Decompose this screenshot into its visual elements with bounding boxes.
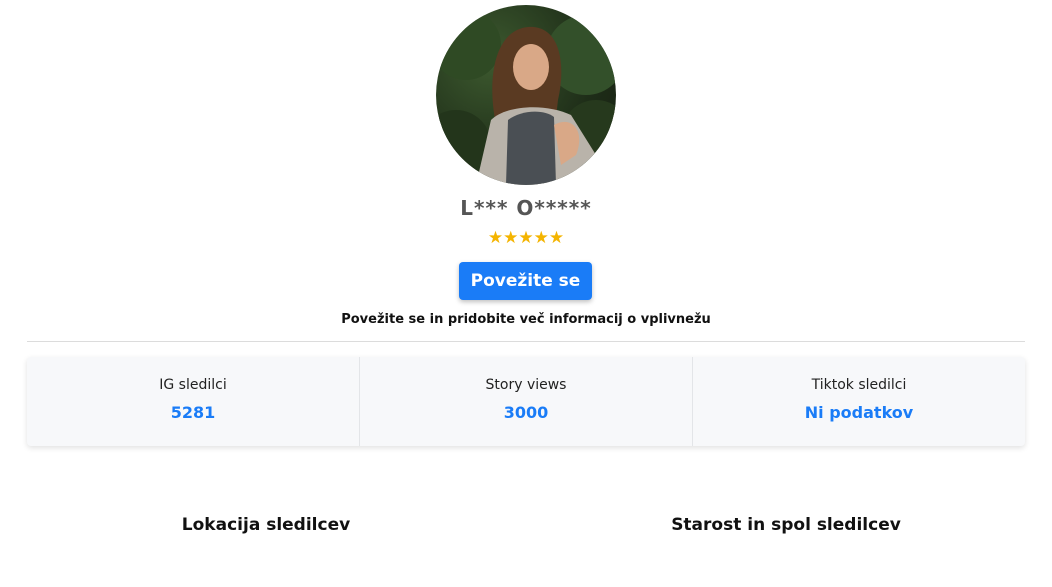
stat-tiktok-followers: Tiktok sledilci Ni podatkov [693, 357, 1025, 446]
divider [27, 341, 1025, 342]
follower-location-title: Lokacija sledilcev [181, 515, 351, 535]
stat-ig-followers: IG sledilci 5281 [27, 357, 360, 446]
influencer-profile-page: L*** O***** ★★★★★ Povežite se Povežite s… [0, 0, 1052, 587]
stat-story-views: Story views 3000 [360, 357, 693, 446]
stat-value: 3000 [503, 403, 549, 422]
stat-label: IG sledilci [159, 377, 227, 393]
profile-name: L*** O***** [460, 196, 592, 220]
stat-value: 5281 [170, 403, 216, 422]
connect-button[interactable]: Povežite se [459, 262, 592, 300]
stat-value: Ni podatkov [804, 403, 914, 422]
follower-age-gender-title: Starost in spol sledilcev [671, 515, 901, 535]
rating-stars: ★★★★★ [487, 228, 565, 248]
stats-panel: IG sledilci 5281 Story views 3000 Tiktok… [27, 357, 1025, 446]
connect-info-text: Povežite se in pridobite več informacij … [341, 312, 711, 327]
stat-label: Story views [485, 377, 567, 393]
stat-label: Tiktok sledilci [811, 377, 907, 393]
profile-photo-icon [436, 10, 616, 185]
avatar [436, 5, 616, 185]
